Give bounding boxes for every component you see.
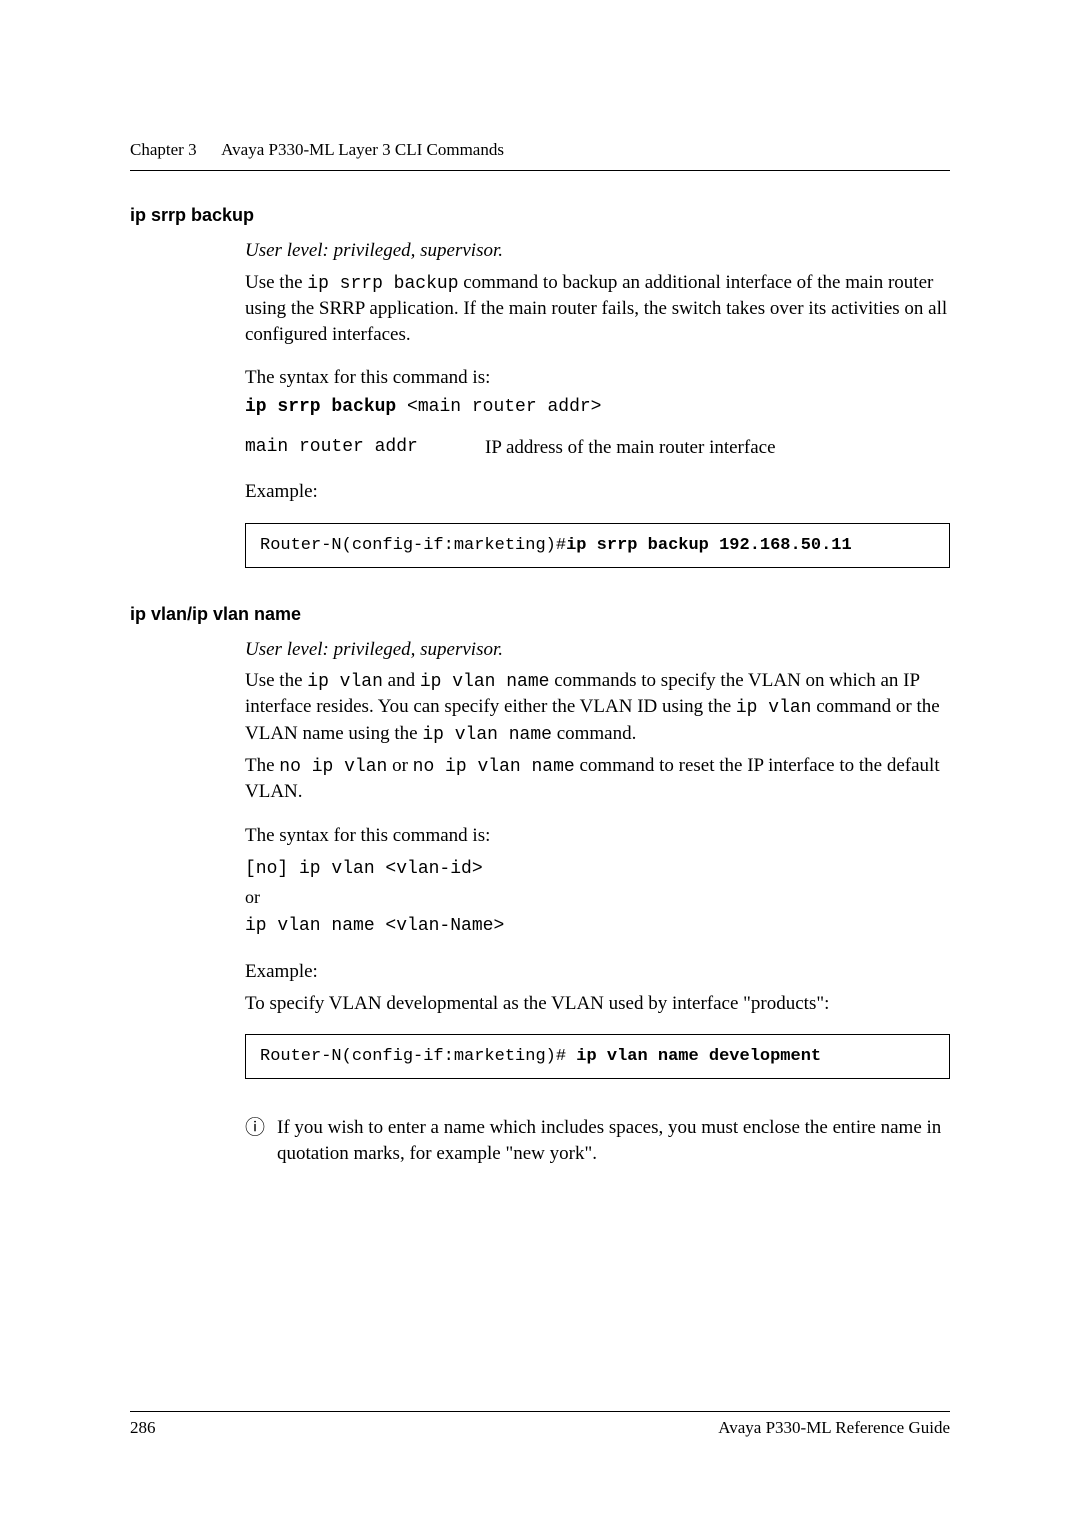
user-level-2: User level: privileged, supervisor. — [245, 637, 950, 663]
info-note: ⓘ If you wish to enter a name which incl… — [245, 1115, 950, 1166]
info-icon: ⓘ — [245, 1115, 265, 1166]
chapter-label: Chapter 3 — [130, 140, 197, 159]
srrp-description: Use the ip srrp backup command to backup… — [245, 270, 950, 348]
syntax-intro: The syntax for this command is: — [245, 365, 950, 391]
param-desc: IP address of the main router interface — [485, 437, 776, 459]
doc-title: Avaya P330-ML Reference Guide — [718, 1418, 950, 1438]
code-command-2: ip vlan name development — [576, 1047, 821, 1066]
syntax-intro-2: The syntax for this command is: — [245, 823, 950, 849]
code-example-srrp: Router-N(config-if:marketing)#ip srrp ba… — [245, 523, 950, 568]
page-number: 286 — [130, 1418, 156, 1438]
section-heading-srrp: ip srrp backup — [130, 205, 950, 226]
document-page: Chapter 3 Avaya P330-ML Layer 3 CLI Comm… — [0, 0, 1080, 1528]
chapter-title: Avaya P330-ML Layer 3 CLI Commands — [221, 140, 504, 159]
code-example-vlan: Router-N(config-if:marketing)# ip vlan n… — [245, 1034, 950, 1079]
section-body-srrp: User level: privileged, supervisor. Use … — [245, 238, 950, 568]
section-body-vlan: User level: privileged, supervisor. Use … — [245, 637, 950, 1167]
param-name: main router addr — [245, 437, 445, 459]
section-heading-vlan: ip vlan/ip vlan name — [130, 604, 950, 625]
user-level: User level: privileged, supervisor. — [245, 238, 950, 264]
vlan-desc-p1: Use the ip vlan and ip vlan name command… — [245, 668, 950, 747]
code-prompt-2: Router-N(config-if:marketing)# — [260, 1047, 576, 1066]
syntax-line: ip srrp backup <main router addr> — [245, 397, 950, 417]
example-desc-2: To specify VLAN developmental as the VLA… — [245, 991, 950, 1017]
note-text: If you wish to enter a name which includ… — [277, 1115, 950, 1166]
example-label: Example: — [245, 479, 950, 505]
code-command: ip srrp backup 192.168.50.11 — [566, 536, 852, 555]
syntax-block: [no] ip vlan <vlan-id> or ip vlan name <… — [245, 855, 950, 941]
example-label-2: Example: — [245, 959, 950, 985]
page-footer: 286 Avaya P330-ML Reference Guide — [130, 1411, 950, 1438]
param-row: main router addr IP address of the main … — [245, 437, 950, 459]
vlan-desc-p2: The no ip vlan or no ip vlan name comman… — [245, 753, 950, 805]
chapter-header: Chapter 3 Avaya P330-ML Layer 3 CLI Comm… — [130, 140, 950, 171]
code-prompt: Router-N(config-if:marketing)# — [260, 536, 566, 555]
